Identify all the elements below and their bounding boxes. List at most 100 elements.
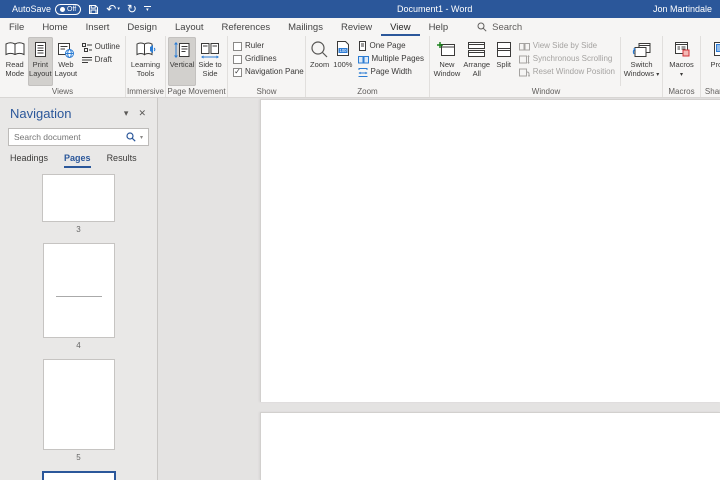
outline-button[interactable]: Outline xyxy=(82,42,120,52)
search-box[interactable]: Search xyxy=(477,22,522,33)
ruler-checkbox[interactable]: Ruler xyxy=(233,41,304,51)
macros-button[interactable]: Macros ▾ xyxy=(665,37,698,86)
redo-button[interactable]: ↻ xyxy=(127,3,137,15)
zoom-100-icon: 100 xyxy=(334,39,351,60)
reset-window-position-button: Reset Window Position xyxy=(519,67,615,77)
ruler-checkbox-icon xyxy=(233,42,242,51)
redo-icon: ↻ xyxy=(127,3,137,15)
new-window-button[interactable]: New Window xyxy=(432,37,462,86)
tab-references[interactable]: References xyxy=(213,18,280,36)
web-layout-icon xyxy=(57,39,75,60)
undo-icon: ↶ xyxy=(106,3,116,15)
search-options-dropdown-icon[interactable]: ▾ xyxy=(140,134,143,141)
tab-review[interactable]: Review xyxy=(332,18,381,36)
ribbon-group-macros: Macros ▾ Macros xyxy=(663,36,701,97)
navigation-pane-dropdown-icon[interactable]: ▾ xyxy=(119,108,134,119)
page-thumbnail-4[interactable] xyxy=(43,243,115,338)
macros-dropdown-icon: ▾ xyxy=(680,72,683,78)
tab-insert[interactable]: Insert xyxy=(77,18,119,36)
ribbon-group-sharepoint: Prope SharePo xyxy=(701,36,720,97)
document-search-box[interactable]: ▾ xyxy=(8,128,149,146)
split-icon xyxy=(496,39,512,60)
multiple-pages-icon xyxy=(358,55,369,64)
ribbon-group-zoom: Zoom 100 100% xyxy=(306,36,430,97)
autosave-toggle[interactable]: AutoSave Off xyxy=(12,4,81,15)
side-to-side-button[interactable]: Side to Side xyxy=(196,37,224,86)
navigation-pane-close-icon[interactable]: ✕ xyxy=(133,108,151,119)
page-number-label: 3 xyxy=(76,225,80,234)
draft-button[interactable]: Draft xyxy=(82,55,120,65)
split-button[interactable]: Split xyxy=(492,37,516,86)
nav-tab-pages[interactable]: Pages xyxy=(64,153,91,168)
multiple-pages-button[interactable]: Multiple Pages xyxy=(358,54,424,64)
draft-icon xyxy=(82,56,92,65)
print-layout-icon xyxy=(33,39,48,60)
tab-design[interactable]: Design xyxy=(118,18,166,36)
undo-button[interactable]: ↶ ▾ xyxy=(106,3,120,15)
zoom-button[interactable]: Zoom xyxy=(308,37,331,86)
document-page-next[interactable] xyxy=(260,412,720,480)
one-page-icon xyxy=(358,41,367,51)
svg-text:100: 100 xyxy=(340,48,348,53)
ribbon: Read Mode Print Layout xyxy=(0,36,720,98)
undo-dropdown-icon: ▾ xyxy=(117,7,120,12)
tab-layout[interactable]: Layout xyxy=(166,18,213,36)
read-mode-button[interactable]: Read Mode xyxy=(2,37,28,86)
print-layout-button[interactable]: Print Layout xyxy=(28,37,54,86)
document-search-input[interactable] xyxy=(14,132,122,142)
learning-tools-icon xyxy=(135,39,157,60)
page-thumbnail-5[interactable] xyxy=(43,359,115,450)
tab-help[interactable]: Help xyxy=(420,18,458,36)
web-layout-button[interactable]: Web Layout xyxy=(53,37,79,86)
nav-tab-results[interactable]: Results xyxy=(107,153,137,168)
arrange-all-button[interactable]: Arrange All xyxy=(462,37,492,86)
save-button[interactable] xyxy=(88,4,99,15)
page-thumbnail-selected[interactable] xyxy=(42,471,116,480)
side-to-side-icon xyxy=(200,39,220,60)
synchronous-scrolling-button: Synchronous Scrolling xyxy=(519,54,615,64)
ribbon-group-views: Read Mode Print Layout xyxy=(0,36,126,97)
ribbon-group-immersive: Learning Tools Immersive xyxy=(126,36,166,97)
switch-windows-button[interactable]: Switch Windows ▾ xyxy=(623,37,660,86)
one-page-button[interactable]: One Page xyxy=(358,41,424,51)
page-thumbnail-list: 3 4 5 xyxy=(0,168,157,480)
nav-tab-headings[interactable]: Headings xyxy=(10,153,48,168)
page-movement-group-label: Page Movement xyxy=(166,86,227,97)
tab-home[interactable]: Home xyxy=(33,18,76,36)
sharepoint-group-label: SharePo xyxy=(701,86,720,97)
quick-access-customize-button[interactable]: ▾ xyxy=(144,6,151,12)
ribbon-group-page-movement: Vertical Side to Si xyxy=(166,36,228,97)
navigation-pane-checkbox[interactable]: Navigation Pane xyxy=(233,67,304,77)
macros-icon xyxy=(673,39,691,60)
page-width-button[interactable]: Page Width xyxy=(358,67,424,77)
gridlines-checkbox[interactable]: Gridlines xyxy=(233,54,304,64)
synchronous-scrolling-icon xyxy=(519,55,530,64)
read-mode-icon xyxy=(4,39,26,60)
document-page[interactable] xyxy=(260,99,720,402)
switch-windows-dropdown-icon: ▾ xyxy=(656,72,659,78)
zoom-100-button[interactable]: 100 100% xyxy=(331,37,354,86)
tab-mailings[interactable]: Mailings xyxy=(279,18,332,36)
navigation-tabs: Headings Pages Results xyxy=(0,148,157,168)
zoom-group-label: Zoom xyxy=(306,86,429,97)
vertical-icon xyxy=(173,39,191,60)
account-user-name[interactable]: Jon Martindale xyxy=(653,4,720,14)
properties-button[interactable]: Prope xyxy=(704,37,720,86)
learning-tools-button[interactable]: Learning Tools xyxy=(128,37,163,86)
macros-group-label: Macros xyxy=(663,86,700,97)
vertical-button[interactable]: Vertical xyxy=(168,37,196,86)
tab-file[interactable]: File xyxy=(0,18,33,36)
views-group-label: Views xyxy=(0,86,125,97)
page-thumbnail-3[interactable] xyxy=(42,174,115,222)
view-side-by-side-icon xyxy=(519,42,530,51)
zoom-icon xyxy=(310,39,329,60)
document-canvas xyxy=(158,98,720,480)
outline-icon xyxy=(82,43,92,52)
window-group-label: Window xyxy=(430,86,662,97)
word-window: AutoSave Off ↶ ▾ ↻ xyxy=(0,0,720,480)
navigation-pane: Navigation ▾ ✕ ▾ Headings Pages Results … xyxy=(0,98,158,480)
page-number-label: 4 xyxy=(76,341,80,350)
search-icon xyxy=(477,22,487,32)
ribbon-tab-row: File Home Insert Design Layout Reference… xyxy=(0,18,720,36)
tab-view[interactable]: View xyxy=(381,18,419,36)
